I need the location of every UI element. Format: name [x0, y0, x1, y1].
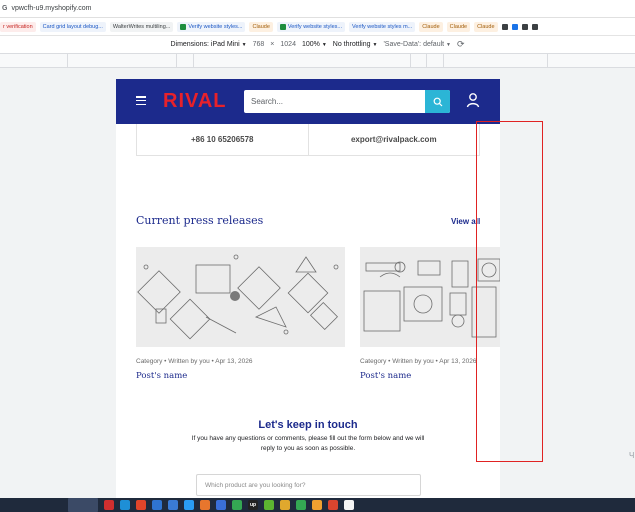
ruler-tick: [426, 54, 427, 68]
ruler-tick: [67, 54, 68, 68]
firefox-icon[interactable]: [200, 500, 210, 510]
search-icon: [433, 97, 442, 106]
taskbar: up: [0, 498, 635, 512]
contact-section-text: If you have any questions or comments, p…: [191, 435, 425, 452]
search-input[interactable]: Search...: [244, 90, 425, 113]
bookmark-item[interactable]: Verify website styles...: [177, 21, 246, 32]
dropdown-arrow-icon: ▼: [446, 42, 451, 48]
side-char: Ч: [629, 451, 635, 460]
ruler-tick: [443, 54, 444, 68]
dropdown-arrow-icon: ▼: [372, 42, 378, 48]
app-icon[interactable]: [328, 500, 338, 510]
app-icon[interactable]: [216, 500, 226, 510]
contact-phone[interactable]: +86 10 65206578: [137, 124, 308, 155]
edge-icon[interactable]: [120, 500, 130, 510]
dimensions-select[interactable]: Dimensions: iPad Mini ▼: [170, 41, 246, 48]
app-icon[interactable]: [152, 500, 162, 510]
bookmark-item[interactable]: Verify website styles m...: [349, 21, 416, 32]
chrome-icon[interactable]: [232, 500, 242, 510]
site-info-icon[interactable]: G: [2, 5, 7, 12]
bookmark-item[interactable]: Claude: [249, 21, 273, 32]
bookmark-favicon-icon[interactable]: [531, 23, 538, 30]
bookmark-item[interactable]: Claude: [474, 21, 498, 32]
bookmarks-bar: r verification Card grid layout debug...…: [0, 18, 635, 36]
rotate-icon[interactable]: ⟳: [457, 39, 465, 50]
bookmark-item[interactable]: WalterWrites multiling...: [109, 21, 174, 32]
address-text[interactable]: vpwcfh-u9.myshopify.com: [11, 5, 91, 12]
user-icon[interactable]: [466, 92, 480, 108]
bookmark-favicon-icon[interactable]: [511, 23, 518, 30]
ruler-tick: [410, 54, 411, 68]
page-viewport[interactable]: RIVAL Search... +86 10 65206578 export@r…: [116, 79, 500, 499]
press-section-title: Current press releases: [136, 214, 264, 227]
app-icon[interactable]: [168, 500, 178, 510]
search-button[interactable]: [425, 90, 450, 113]
post-illustration: [137, 254, 339, 340]
bookmark-item[interactable]: Verify website styles...: [276, 21, 346, 32]
device-toolbar: Dimensions: iPad Mini ▼ 768 × 1024 100% …: [0, 36, 635, 54]
site-logo[interactable]: RIVAL: [163, 90, 227, 113]
post-illustration: [363, 258, 500, 338]
app-icon[interactable]: [264, 500, 274, 510]
post-title[interactable]: Post's name: [360, 371, 411, 381]
ruler-tick: [193, 54, 194, 68]
hamburger-icon[interactable]: [136, 96, 146, 105]
ruler-tick: [547, 54, 548, 68]
site-header: RIVAL Search...: [116, 79, 500, 124]
times-sign: ×: [270, 41, 275, 48]
app-icon[interactable]: [184, 500, 194, 510]
address-bar[interactable]: G vpwcfh-u9.myshopify.com: [0, 0, 635, 18]
post-image[interactable]: [360, 247, 500, 347]
zoom-select[interactable]: 100% ▼: [302, 41, 327, 48]
product-query-input[interactable]: Which product are you looking for?: [196, 474, 421, 496]
bookmark-item[interactable]: Claude: [446, 21, 471, 32]
post-title[interactable]: Post's name: [136, 371, 187, 381]
file-icon[interactable]: [344, 500, 354, 510]
post-meta: Category • Written by you • Apr 13, 2026: [136, 358, 253, 365]
chrome-icon[interactable]: [296, 500, 306, 510]
bookmark-item[interactable]: r verification: [0, 21, 36, 32]
width-input[interactable]: 768: [253, 41, 265, 48]
dropdown-arrow-icon: ▼: [241, 42, 247, 48]
bookmark-item[interactable]: Claude: [419, 21, 443, 32]
bookmark-favicon-icon[interactable]: [521, 23, 528, 30]
view-all-link[interactable]: View all: [451, 217, 480, 226]
taskbar-thumbnail[interactable]: [68, 498, 98, 512]
app-icon[interactable]: [136, 500, 146, 510]
check-icon: [180, 23, 187, 30]
media-query-ruler[interactable]: [0, 54, 635, 68]
contact-section-title: Let's keep in touch: [258, 419, 358, 431]
save-data-select[interactable]: 'Save-Data': default ▼: [383, 41, 451, 48]
check-icon: [279, 23, 286, 30]
app-icon[interactable]: [280, 500, 290, 510]
throttling-select[interactable]: No throttling ▼: [333, 41, 378, 48]
dropdown-arrow-icon: ▼: [321, 42, 327, 48]
contact-box: +86 10 65206578 export@rivalpack.com: [136, 124, 480, 156]
bookmark-favicon-icon[interactable]: [501, 23, 508, 30]
bookmark-item[interactable]: Card grid layout debug...: [39, 21, 106, 32]
upwork-icon[interactable]: up: [248, 500, 258, 510]
search-bar[interactable]: Search...: [244, 90, 450, 113]
ruler-tick: [176, 54, 177, 68]
contact-email[interactable]: export@rivalpack.com: [307, 124, 480, 155]
opera-icon[interactable]: [104, 500, 114, 510]
app-icon[interactable]: [312, 500, 322, 510]
post-image[interactable]: [136, 247, 345, 347]
post-meta: Category • Written by you • Apr 13, 2026: [360, 358, 477, 365]
height-input[interactable]: 1024: [280, 41, 296, 48]
